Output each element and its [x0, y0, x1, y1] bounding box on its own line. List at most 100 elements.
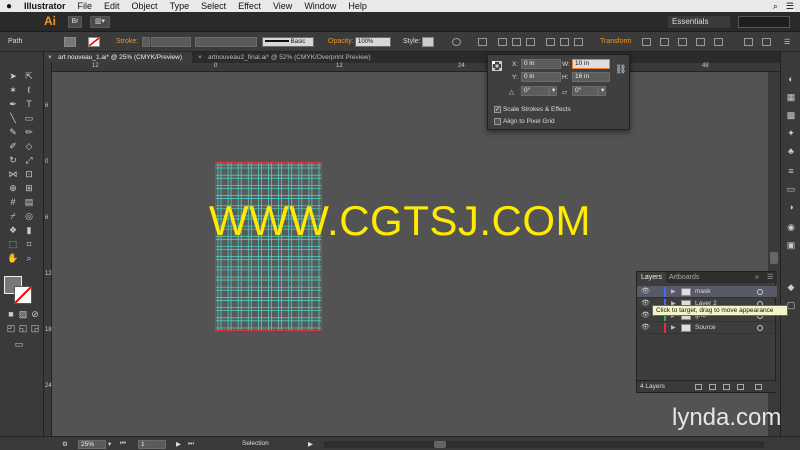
- brushes-icon[interactable]: ✦: [786, 128, 796, 138]
- scale-strokes-checkbox[interactable]: ✓: [494, 106, 501, 113]
- next-artboard-icon[interactable]: ▶: [176, 440, 181, 448]
- align-middle-icon[interactable]: [560, 38, 569, 46]
- expand-triangle-icon[interactable]: ▶: [671, 322, 676, 334]
- locate-object-icon[interactable]: [695, 384, 702, 390]
- shear-field[interactable]: 0°: [572, 86, 598, 96]
- stroke-stepper[interactable]: [142, 37, 150, 47]
- layer-row-source[interactable]: 👁 ▶ Source: [637, 322, 777, 334]
- hand-tool-icon[interactable]: ✋: [6, 252, 20, 264]
- reference-point-icon[interactable]: [492, 61, 502, 71]
- panel-menu-icon[interactable]: ☰: [763, 272, 777, 283]
- stroke-swatch[interactable]: [88, 37, 100, 47]
- recolor-icon[interactable]: [452, 38, 461, 46]
- status-menu-icon[interactable]: ▶: [308, 440, 313, 448]
- rotate-dropdown-icon[interactable]: ▾: [549, 86, 557, 96]
- visibility-eye-icon[interactable]: 👁: [641, 286, 650, 298]
- workspace-switcher[interactable]: Essentials: [668, 16, 730, 28]
- new-sublayer-icon[interactable]: [723, 384, 730, 390]
- x-field[interactable]: 0 in: [521, 59, 561, 69]
- status-settings-icon[interactable]: ⚙: [62, 440, 68, 448]
- width-tool-icon[interactable]: ⋈: [6, 168, 20, 180]
- target-circle-icon[interactable]: [757, 325, 763, 331]
- clipping-mask-icon[interactable]: [709, 384, 716, 390]
- vertical-ruler[interactable]: 6 0 6 12 18 24: [44, 63, 52, 436]
- delete-layer-icon[interactable]: [755, 384, 762, 390]
- first-artboard-icon[interactable]: ⏮: [120, 440, 126, 448]
- last-artboard-icon[interactable]: ⏭: [188, 440, 194, 448]
- shape-mode-icon[interactable]: [660, 38, 669, 46]
- zoom-tool-icon[interactable]: ⌕: [22, 252, 36, 264]
- menu-file[interactable]: File: [72, 0, 99, 12]
- perspective-grid-icon[interactable]: ⊞: [22, 182, 36, 194]
- edit-contents-icon[interactable]: [744, 38, 753, 46]
- type-tool-icon[interactable]: T: [22, 98, 36, 110]
- menu-help[interactable]: Help: [342, 0, 373, 12]
- gradient-panel-icon[interactable]: ▭: [786, 184, 796, 194]
- arrange-documents-button[interactable]: ▥▾: [90, 16, 110, 28]
- layer-name[interactable]: mask: [695, 286, 711, 298]
- zoom-dropdown-icon[interactable]: ▾: [108, 440, 111, 448]
- menu-effect[interactable]: Effect: [232, 0, 267, 12]
- visibility-eye-icon[interactable]: 👁: [641, 298, 650, 310]
- help-search-input[interactable]: [738, 16, 790, 28]
- close-tab-icon[interactable]: ×: [48, 52, 52, 63]
- screen-mode-icon[interactable]: ▭: [12, 338, 26, 350]
- graphic-style-swatch[interactable]: [422, 37, 434, 47]
- free-transform-icon[interactable]: ⊡: [22, 168, 36, 180]
- shape-builder-icon[interactable]: ⊕: [6, 182, 20, 194]
- visibility-eye-icon[interactable]: 👁: [641, 322, 650, 334]
- mask-icon[interactable]: [714, 38, 723, 46]
- align-right-icon[interactable]: [526, 38, 535, 46]
- horizontal-scrollbar[interactable]: [324, 441, 764, 448]
- y-field[interactable]: 0 in: [521, 72, 561, 82]
- tab-art-nouveau-1[interactable]: × art nouveau_1.ai* @ 25% (CMYK/Preview): [44, 52, 192, 63]
- width-field[interactable]: 10 in: [572, 59, 610, 69]
- envelope-icon[interactable]: [678, 38, 687, 46]
- align-bottom-icon[interactable]: [574, 38, 583, 46]
- menu-type[interactable]: Type: [164, 0, 196, 12]
- scroll-thumb[interactable]: [770, 252, 778, 264]
- spotlight-icon[interactable]: ⌕: [773, 0, 778, 12]
- layers-panel-icon[interactable]: ◆: [786, 282, 796, 292]
- brush-definition-field[interactable]: Basic: [262, 37, 314, 47]
- expand-triangle-icon[interactable]: ▶: [671, 286, 676, 298]
- symbols-icon[interactable]: ♣: [786, 146, 796, 156]
- transform-link[interactable]: Transform: [600, 38, 632, 45]
- bridge-button[interactable]: Br: [68, 16, 82, 28]
- horizontal-ruler[interactable]: 12 0 12 24 36 48: [52, 63, 780, 72]
- target-circle-icon[interactable]: [757, 289, 763, 295]
- rectangle-tool-icon[interactable]: ▭: [22, 112, 36, 124]
- fill-swatch[interactable]: [64, 37, 76, 47]
- paintbrush-icon[interactable]: ✎: [6, 126, 20, 138]
- stroke-weight-field[interactable]: [151, 37, 191, 47]
- clip-icon[interactable]: [696, 38, 705, 46]
- opacity-field[interactable]: 100%: [355, 37, 391, 47]
- variable-width-field[interactable]: [195, 37, 257, 47]
- menu-window[interactable]: Window: [298, 0, 342, 12]
- align-center-icon[interactable]: [512, 38, 521, 46]
- line-tool-icon[interactable]: ╲: [6, 112, 20, 124]
- h-scroll-thumb[interactable]: [434, 441, 446, 448]
- menu-list-icon[interactable]: ☰: [786, 0, 794, 12]
- opacity-label[interactable]: Opacity:: [328, 38, 354, 45]
- stroke-panel-icon[interactable]: ≡: [786, 166, 796, 176]
- control-menu-icon[interactable]: ☰: [784, 38, 790, 46]
- zoom-field[interactable]: 25%: [78, 440, 106, 449]
- layer-row-mask[interactable]: 👁 ▶ mask: [637, 286, 777, 298]
- pencil-icon[interactable]: ✏: [22, 126, 36, 138]
- align-icon[interactable]: [478, 38, 487, 46]
- menu-view[interactable]: View: [267, 0, 298, 12]
- layer-name[interactable]: Source: [695, 322, 716, 334]
- menu-object[interactable]: Object: [126, 0, 164, 12]
- menu-edit[interactable]: Edit: [98, 0, 126, 12]
- align-left-icon[interactable]: [498, 38, 507, 46]
- align-pixel-checkbox[interactable]: [494, 118, 501, 125]
- none-mode-icon[interactable]: ⊘: [28, 308, 42, 320]
- menu-app[interactable]: Illustrator: [18, 0, 72, 12]
- close-tab-icon[interactable]: ×: [198, 52, 202, 63]
- stroke-label[interactable]: Stroke:: [116, 38, 138, 45]
- blob-brush-icon[interactable]: ✐: [6, 140, 20, 152]
- swatches-icon[interactable]: ▩: [786, 110, 796, 120]
- scale-icon[interactable]: ⤢: [22, 154, 36, 166]
- eraser-icon[interactable]: ◇: [22, 140, 36, 152]
